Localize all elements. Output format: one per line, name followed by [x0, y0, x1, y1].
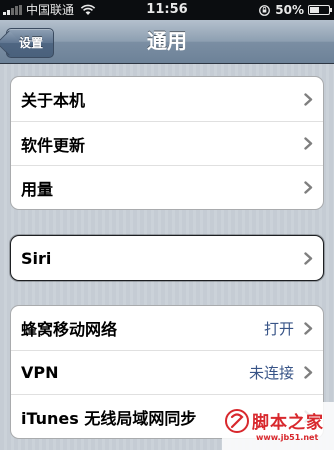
cellular-label: 蜂窝移动网络: [21, 320, 118, 339]
watermark-logo-icon: [225, 409, 249, 433]
siri-group: Siri: [10, 235, 324, 281]
chevron-right-icon: [304, 137, 313, 150]
chevron-right-icon: [304, 321, 313, 335]
general-info-group: 关于本机 软件更新 用量: [10, 76, 324, 210]
watermark-url: www.jb51.net: [256, 433, 319, 442]
chevron-right-icon: [304, 251, 313, 265]
siri-cell[interactable]: Siri: [11, 236, 323, 280]
cellular-cell[interactable]: 蜂窝移动网络 打开: [11, 306, 323, 350]
status-bar: 中国联通 11:56 50%: [0, 0, 334, 20]
about-cell[interactable]: 关于本机: [11, 77, 323, 121]
battery-fill: [310, 7, 319, 13]
battery-percent: 50%: [275, 3, 304, 17]
status-right: 50%: [259, 0, 332, 20]
siri-label: Siri: [21, 248, 52, 268]
battery-icon: [308, 5, 332, 15]
usage-cell[interactable]: 用量: [11, 165, 323, 209]
watermark-title: 脚本之家: [252, 413, 324, 433]
orientation-lock-icon: [259, 4, 271, 16]
usage-label: 用量: [21, 179, 54, 199]
cellular-value: 打开: [263, 319, 294, 338]
back-button[interactable]: 设置: [6, 28, 55, 58]
chevron-right-icon: [304, 181, 313, 194]
software-update-cell[interactable]: 软件更新: [11, 121, 323, 165]
navigation-bar: 设置 通用: [0, 20, 334, 64]
watermark: 脚本之家 www.jb51.net: [222, 402, 334, 450]
software-update-label: 软件更新: [21, 135, 86, 155]
vpn-label: VPN: [21, 363, 59, 382]
chevron-right-icon: [304, 92, 313, 106]
vpn-value: 未连接: [248, 364, 294, 382]
back-button-label: 设置: [19, 36, 44, 50]
chevron-right-icon: [304, 366, 313, 379]
about-label: 关于本机: [21, 91, 86, 110]
vpn-cell[interactable]: VPN 未连接: [11, 350, 323, 394]
